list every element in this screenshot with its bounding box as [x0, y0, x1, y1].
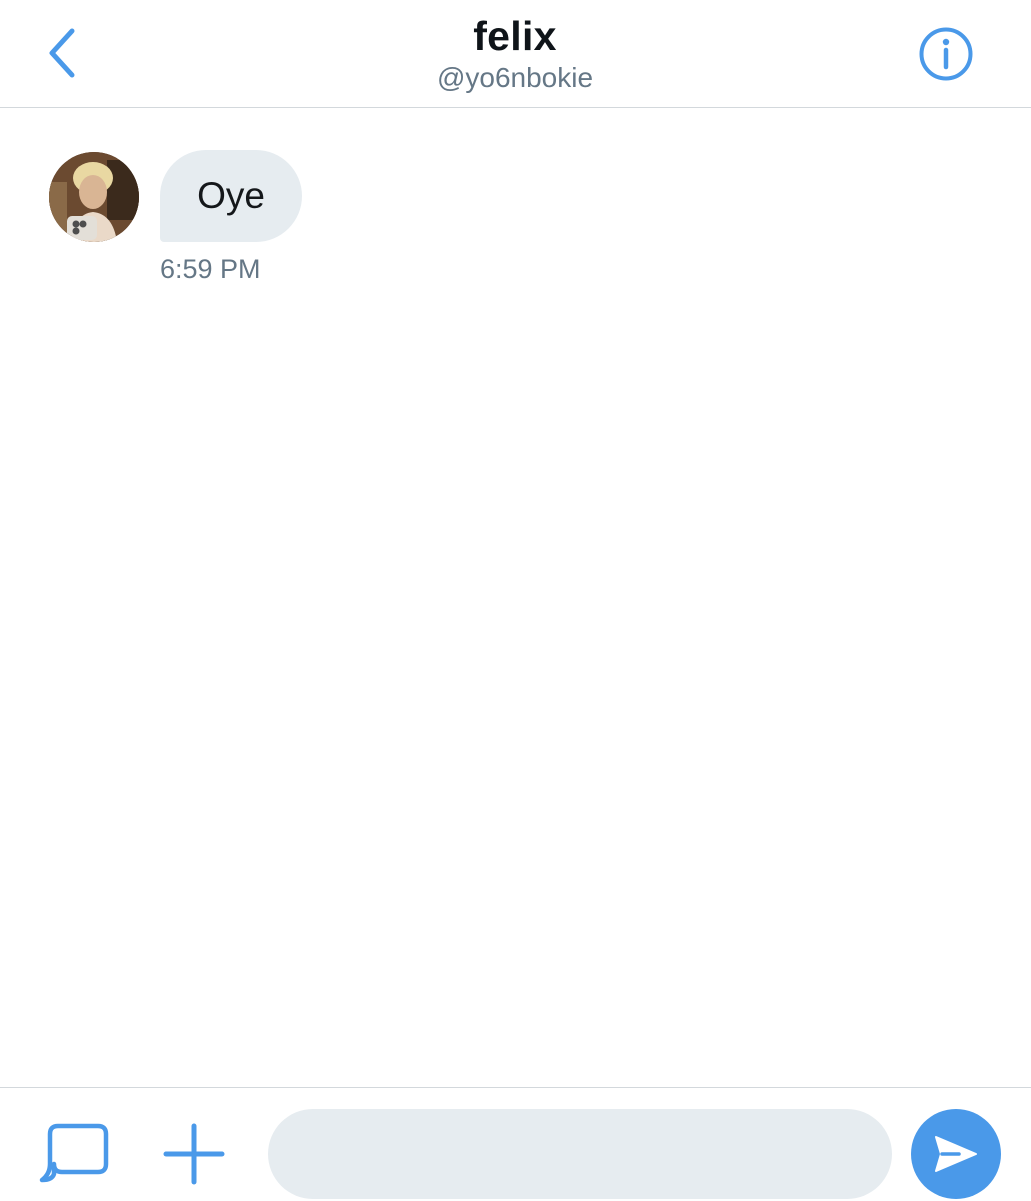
chevron-left-icon [49, 28, 75, 78]
message-bubble[interactable]: Oye [160, 150, 302, 242]
contact-name: felix [473, 13, 557, 59]
conversation-title-block[interactable]: felix @yo6nbokie [215, 10, 815, 95]
message-composer [0, 1087, 1031, 1201]
conversation-header: felix @yo6nbokie [0, 0, 1031, 108]
send-arrow-icon [935, 1136, 977, 1172]
avatar[interactable] [49, 152, 139, 242]
back-button[interactable] [36, 24, 88, 82]
message-timestamp: 6:59 PM [160, 254, 261, 284]
info-circle-icon [919, 27, 973, 81]
send-button[interactable] [911, 1109, 1001, 1199]
contact-handle: @yo6nbokie [436, 62, 594, 93]
plus-icon [163, 1123, 225, 1185]
profile-photo [49, 152, 139, 242]
message-text: Oye [197, 175, 265, 216]
message-input[interactable] [268, 1109, 892, 1199]
info-button[interactable] [914, 22, 978, 86]
gif-button[interactable] [36, 1120, 112, 1188]
add-media-button[interactable] [160, 1122, 228, 1186]
speech-bubble-icon [39, 1123, 109, 1183]
